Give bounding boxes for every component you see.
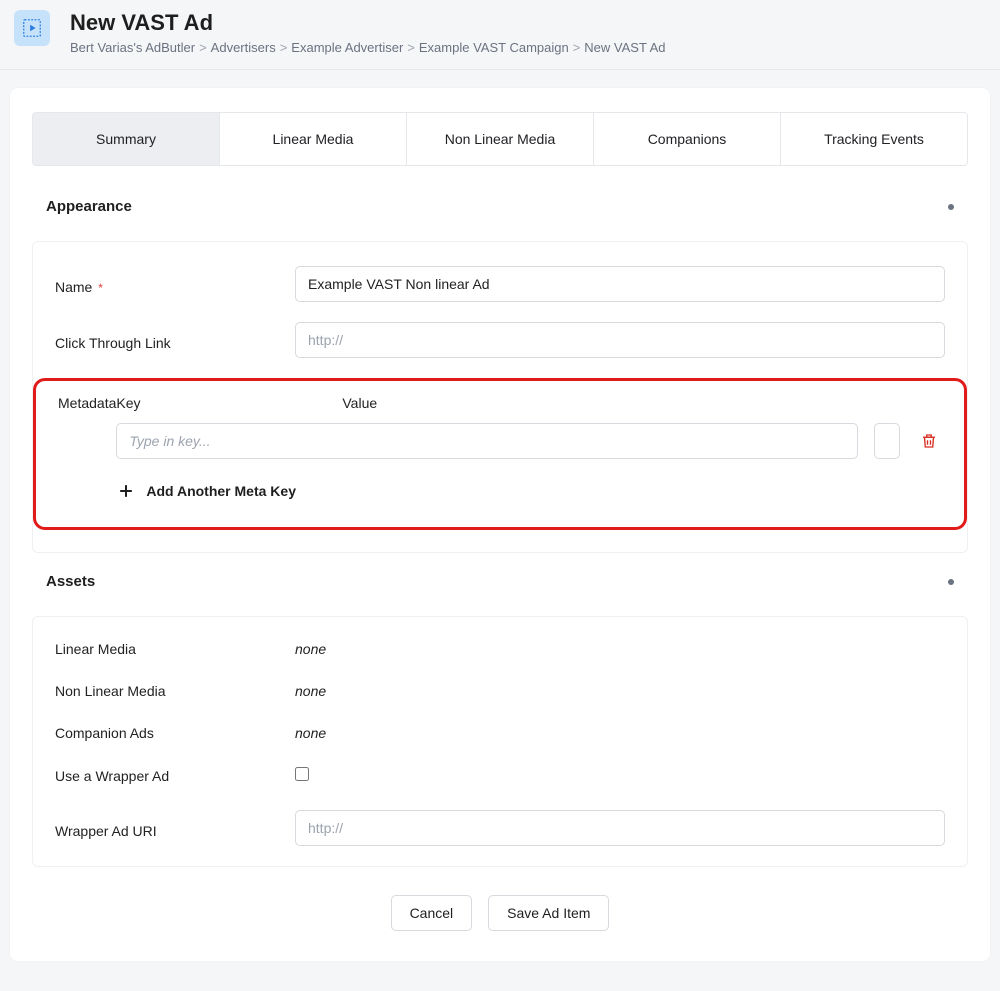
- breadcrumb-item[interactable]: Example Advertiser: [291, 40, 403, 55]
- breadcrumb-item[interactable]: Example VAST Campaign: [419, 40, 569, 55]
- section-title: Assets: [46, 573, 95, 590]
- row-wrapper-ad: Use a Wrapper Ad: [55, 767, 945, 784]
- meta-value-column-label: Value: [342, 395, 892, 411]
- nonlinear-media-value: none: [295, 683, 945, 699]
- meta-key-column-label: Key: [116, 395, 326, 411]
- meta-key-input[interactable]: [116, 423, 858, 459]
- app-icon: [14, 10, 50, 46]
- tab-summary[interactable]: Summary: [33, 113, 220, 165]
- row-click-through: Click Through Link: [55, 322, 945, 358]
- assets-panel: Linear Media none Non Linear Media none …: [32, 616, 968, 867]
- companion-ads-value: none: [295, 725, 945, 741]
- breadcrumb-item[interactable]: Advertisers: [211, 40, 276, 55]
- click-through-input[interactable]: [295, 322, 945, 358]
- nonlinear-media-label: Non Linear Media: [55, 683, 295, 699]
- delete-meta-button[interactable]: [916, 428, 942, 454]
- required-icon: *: [98, 281, 103, 295]
- tab-companions[interactable]: Companions: [594, 113, 781, 165]
- appearance-panel: Name * Click Through Link: [32, 241, 968, 553]
- wrapper-ad-checkbox[interactable]: [295, 767, 309, 781]
- main-card: Summary Linear Media Non Linear Media Co…: [10, 88, 990, 961]
- tab-tracking-events[interactable]: Tracking Events: [781, 113, 967, 165]
- metadata-label: Metadata: [58, 395, 116, 411]
- collapse-dot-icon: [948, 579, 954, 585]
- row-nonlinear-media: Non Linear Media none: [55, 683, 945, 699]
- row-wrapper-uri: Wrapper Ad URI: [55, 810, 945, 846]
- tabs: Summary Linear Media Non Linear Media Co…: [32, 112, 968, 166]
- section-header-appearance[interactable]: Appearance: [32, 188, 968, 225]
- chevron-right-icon: >: [199, 40, 207, 55]
- breadcrumb: Bert Varias's AdButler > Advertisers > E…: [70, 40, 665, 55]
- topbar: New VAST Ad Bert Varias's AdButler > Adv…: [0, 0, 1000, 70]
- meta-value-input[interactable]: [874, 423, 900, 459]
- form-actions: Cancel Save Ad Item: [32, 895, 968, 931]
- section-header-assets[interactable]: Assets: [32, 563, 968, 600]
- wrapper-uri-input[interactable]: [295, 810, 945, 846]
- add-meta-label: Add Another Meta Key: [146, 483, 296, 499]
- page-title: New VAST Ad: [70, 10, 665, 36]
- name-label: Name: [55, 279, 92, 295]
- wrapper-uri-label: Wrapper Ad URI: [55, 817, 295, 839]
- breadcrumb-item[interactable]: New VAST Ad: [584, 40, 665, 55]
- section-title: Appearance: [46, 198, 132, 215]
- chevron-right-icon: >: [407, 40, 415, 55]
- collapse-dot-icon: [948, 204, 954, 210]
- linear-media-label: Linear Media: [55, 641, 295, 657]
- chevron-right-icon: >: [573, 40, 581, 55]
- click-through-label: Click Through Link: [55, 335, 171, 351]
- chevron-right-icon: >: [280, 40, 288, 55]
- save-button[interactable]: Save Ad Item: [488, 895, 609, 931]
- trash-icon: [920, 432, 938, 450]
- add-meta-button[interactable]: Add Another Meta Key: [116, 477, 296, 505]
- row-name: Name *: [55, 266, 945, 302]
- companion-ads-label: Companion Ads: [55, 725, 295, 741]
- plus-icon: [116, 481, 136, 501]
- tab-linear-media[interactable]: Linear Media: [220, 113, 407, 165]
- cancel-button[interactable]: Cancel: [391, 895, 473, 931]
- wrapper-ad-label: Use a Wrapper Ad: [55, 768, 295, 784]
- metadata-highlight: Metadata Key Value: [33, 378, 967, 530]
- name-input[interactable]: [295, 266, 945, 302]
- tab-non-linear-media[interactable]: Non Linear Media: [407, 113, 594, 165]
- linear-media-value: none: [295, 641, 945, 657]
- breadcrumb-item[interactable]: Bert Varias's AdButler: [70, 40, 195, 55]
- row-linear-media: Linear Media none: [55, 641, 945, 657]
- row-companion-ads: Companion Ads none: [55, 725, 945, 741]
